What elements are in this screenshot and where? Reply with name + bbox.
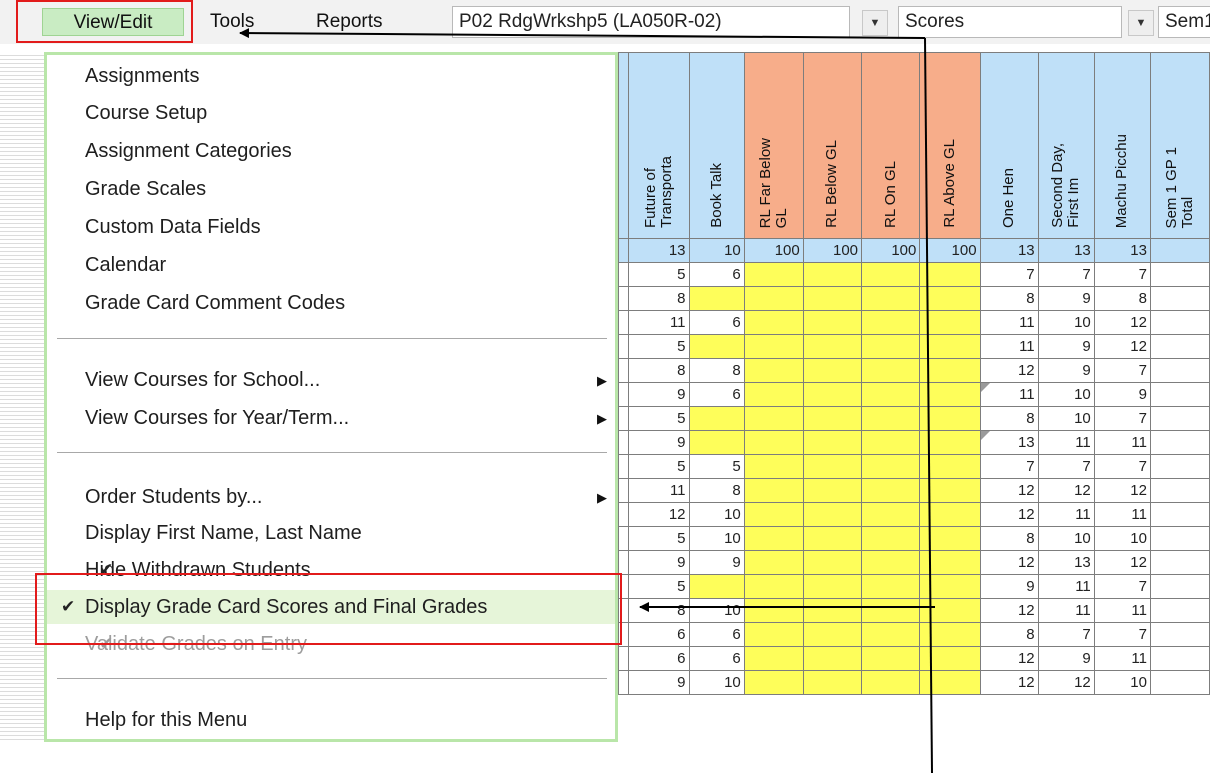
arrow-to-view-edit <box>239 28 926 39</box>
annotation-arrows <box>239 28 935 773</box>
arrow-vertical-connector <box>924 37 933 773</box>
